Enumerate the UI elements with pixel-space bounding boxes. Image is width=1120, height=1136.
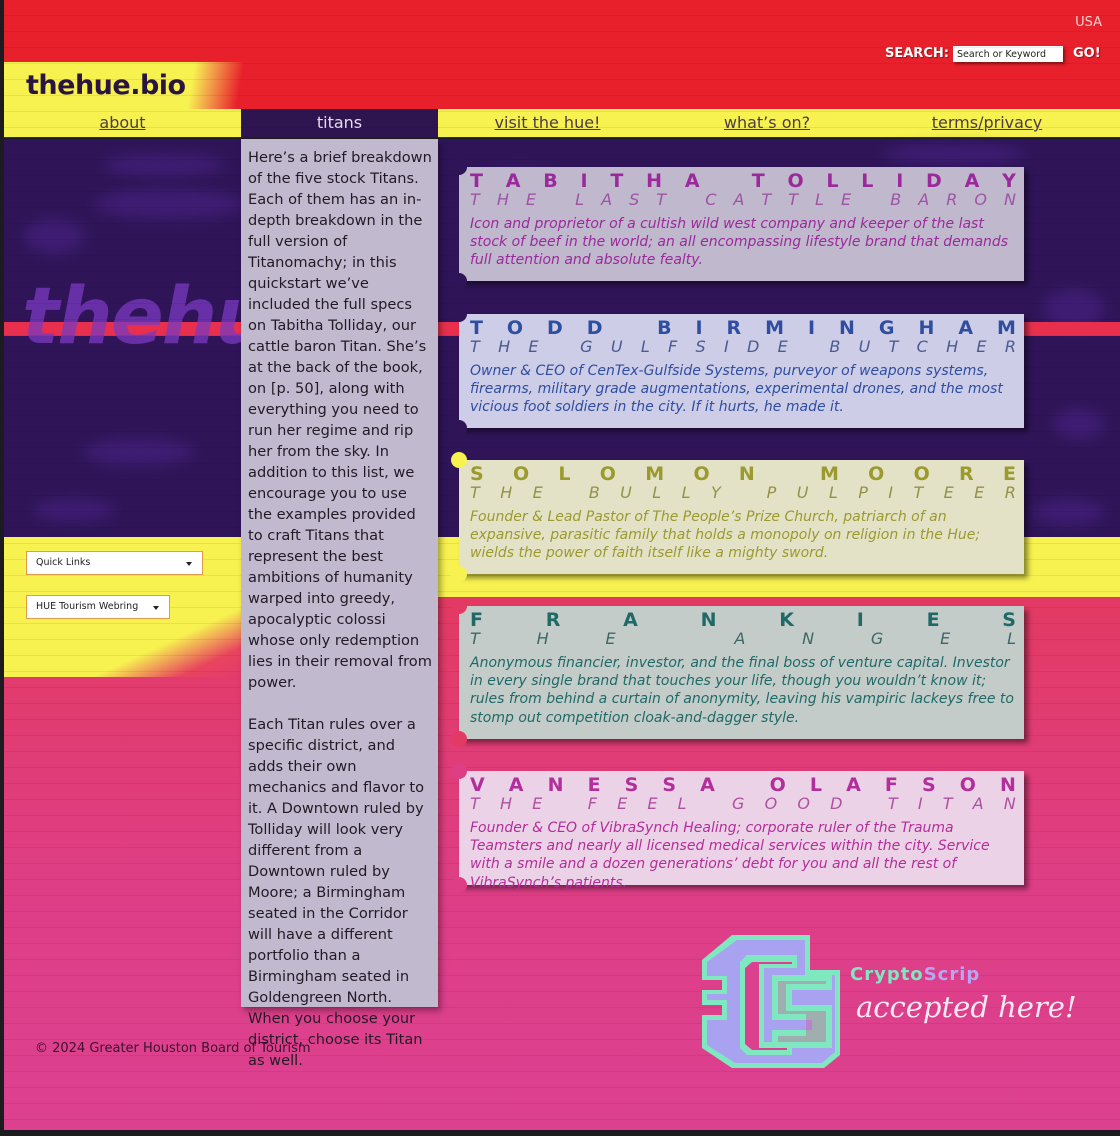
card-notch	[451, 452, 467, 468]
titan-name: TABITHA TOLLIDAY	[470, 170, 1016, 192]
quick-links-dropdown[interactable]: Quick Links	[26, 551, 203, 575]
search-go-button[interactable]: GO!	[1073, 46, 1101, 61]
card-notch	[451, 877, 467, 893]
titan-card: SOLOMON MOORETHE BULLY P U L P I T E E R Founder …	[451, 452, 1024, 582]
cryptoscrip-tagline: accepted here!	[856, 990, 1077, 1024]
quick-links-label: Quick Links	[36, 557, 91, 568]
titan-description: Anonymous financier, investor, and the f…	[470, 655, 1014, 726]
titan-name: SOLOMON MOORE	[470, 463, 1016, 485]
titan-description: Founder & Lead Pastor of The People’s Pr…	[470, 509, 981, 562]
card-notch	[451, 159, 467, 175]
nav-item-terms-privacy[interactable]: terms/privacy	[877, 109, 1097, 138]
nav-item-about[interactable]: about	[4, 109, 241, 138]
titan-card: TABITHA TOLLIDAYTHE LAST CATTLE B A R O N Ico…	[451, 159, 1024, 289]
webring-dropdown[interactable]: HUE Tourism Webring	[26, 595, 170, 619]
titan-epithet: THE LAST CATTLE BARON	[470, 190, 1016, 209]
card-notch	[451, 763, 467, 779]
page: thehue.bio USA SEARCH: GO! about titans …	[4, 0, 1120, 1130]
card-notch	[451, 306, 467, 322]
main-nav: about titans visit the hue! what’s on? t…	[4, 109, 1120, 138]
titan-card: TODD BIRMINGHAMTHE GULFSIDE B U T C H E R Owner…	[451, 306, 1024, 436]
cryptoscrip-brand: CryptoScrip	[850, 964, 981, 985]
titan-epithet: THE GULFSIDE BUTCHER	[470, 337, 1016, 356]
titan-epithet: THE BULLY PULPITEER	[470, 483, 1016, 502]
titan-card: VANESSA OLAFSONTHE FEEL GOOD T I T A N Founde…	[451, 763, 1024, 893]
titan-description: Founder & CEO of VibraSynch Healing; cor…	[470, 820, 990, 891]
nav-item-whats-on[interactable]: what’s on?	[657, 109, 877, 138]
titan-epithet: THE FEEL GOOD TITAN	[470, 794, 1016, 813]
titan-card: FRANKIESTHE A N G E L Anonymous financier, in…	[451, 598, 1024, 747]
card-notch	[451, 598, 467, 614]
card-notch	[451, 273, 467, 289]
search-label: SEARCH:	[885, 46, 949, 61]
intro-paragraph: Each Titan rules over a specific distric…	[248, 716, 425, 1069]
intro-column: Here’s a brief breakdown of the five sto…	[241, 139, 438, 1069]
chevron-down-icon	[186, 562, 192, 566]
nav-item-titans[interactable]: titans	[241, 109, 438, 138]
chevron-down-icon	[153, 606, 159, 610]
nav-item-visit-the-hue[interactable]: visit the hue!	[438, 109, 657, 138]
card-notch	[451, 566, 467, 582]
titan-name: TODD BIRMINGHAM	[470, 317, 1016, 339]
copyright-text: © 2024 Greater Houston Board of Tourism	[35, 1041, 311, 1056]
webring-label: HUE Tourism Webring	[36, 601, 139, 612]
cryptoscrip-logo-icon	[702, 935, 840, 1068]
titan-name: VANESSA OLAFSON	[470, 774, 1016, 796]
region-label[interactable]: USA	[1075, 15, 1102, 30]
titan-epithet: THE ANGEL	[470, 629, 1016, 648]
titan-description: Icon and proprietor of a cultish wild we…	[470, 216, 1009, 269]
card-notch	[451, 731, 467, 747]
card-notch	[451, 420, 467, 436]
titan-name: FRANKIES	[470, 609, 1016, 631]
titan-description: Owner & CEO of CenTex-Gulfside Systems, …	[470, 363, 1003, 416]
site-logo[interactable]: thehue.bio	[26, 70, 186, 101]
search-input[interactable]	[953, 46, 1063, 62]
intro-paragraph: Here’s a brief breakdown of the five sto…	[248, 149, 432, 691]
